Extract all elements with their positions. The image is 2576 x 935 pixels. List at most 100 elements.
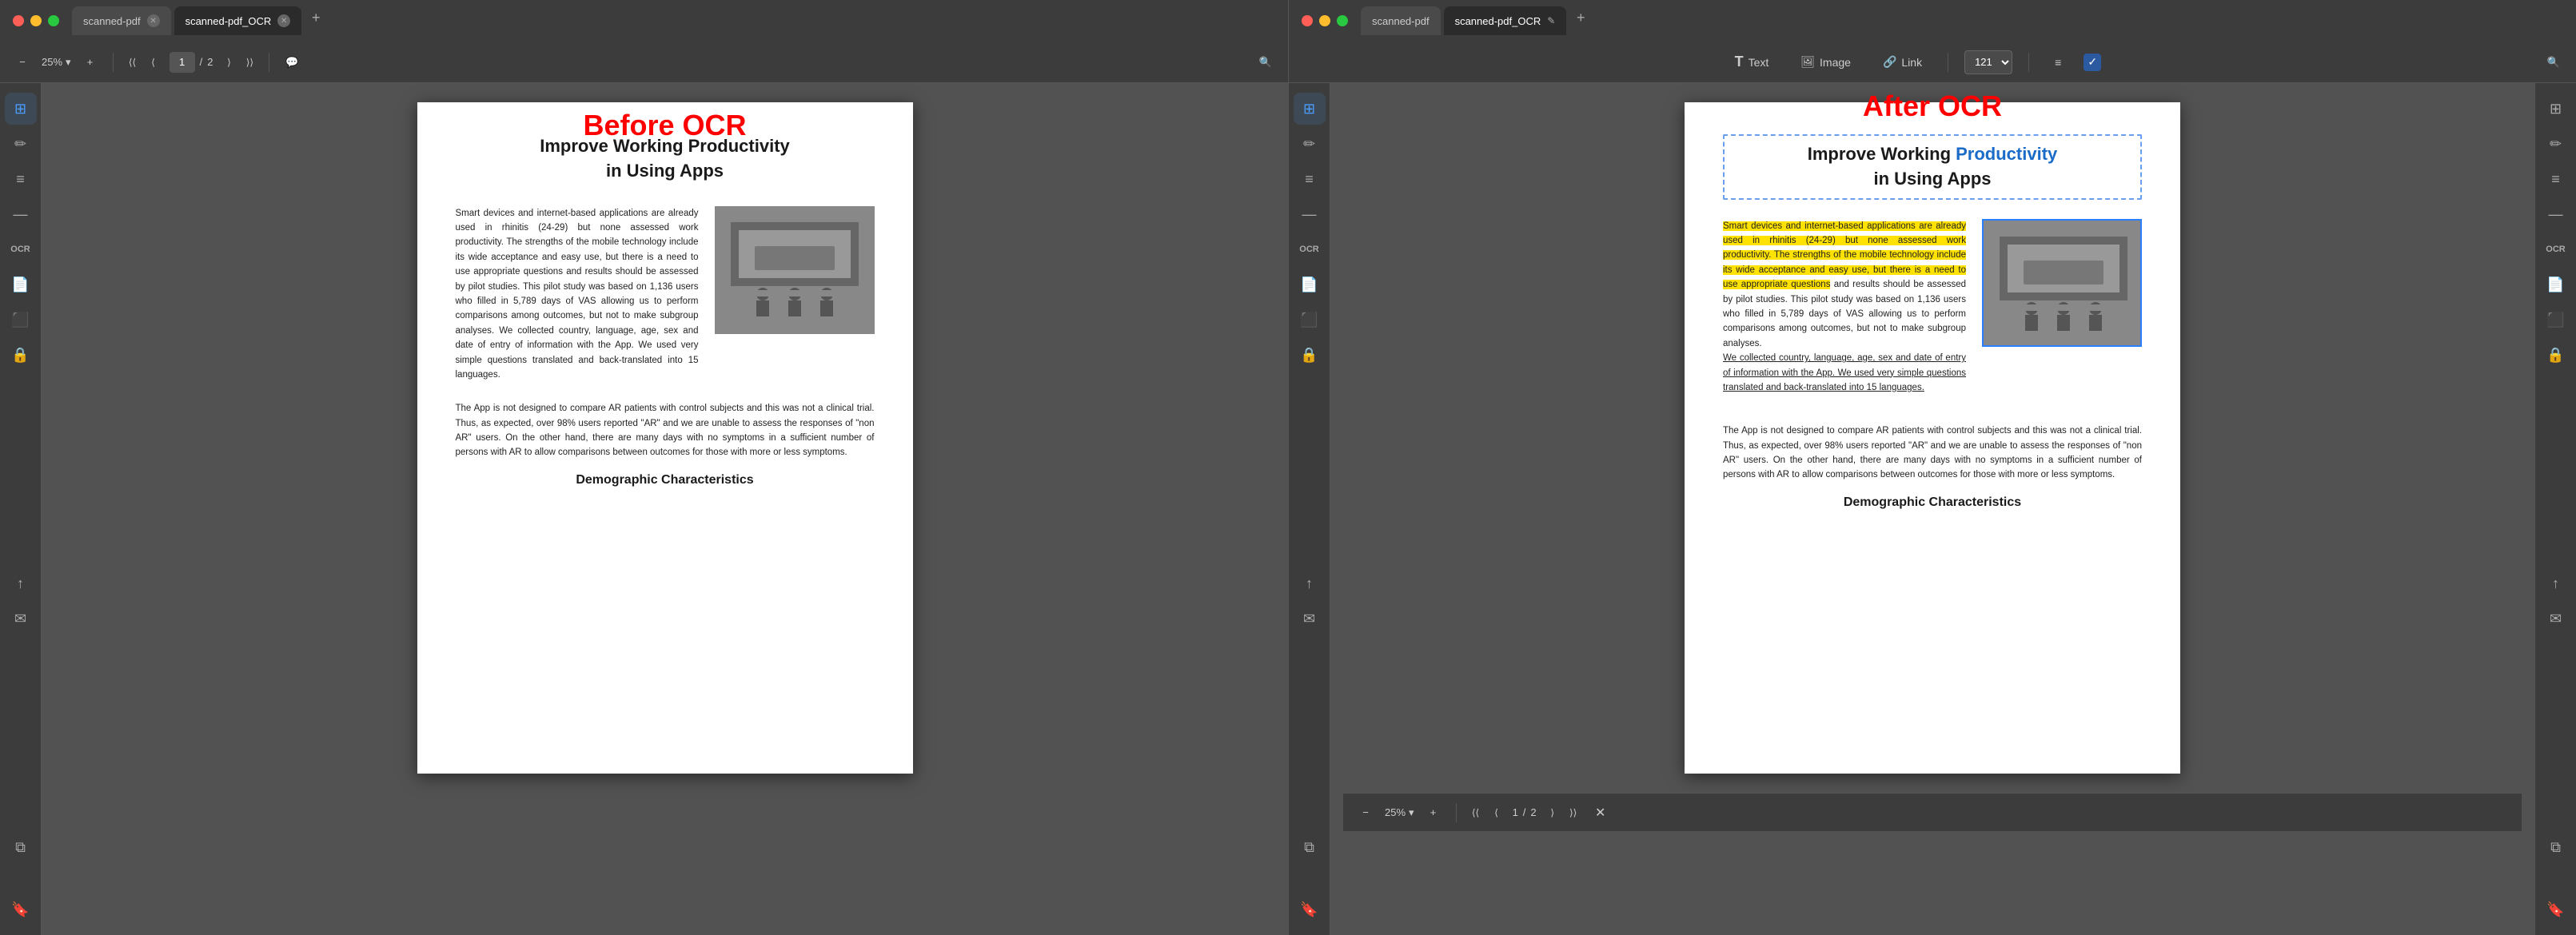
tab-scanned-pdf-r[interactable]: scanned-pdf — [1361, 6, 1441, 35]
content-area-left: ⊞ ✏ ≡ — OCR 📄 ⬛ 🔒 — [0, 83, 1288, 935]
sidebar-left: ⊞ ✏ ≡ — OCR 📄 ⬛ 🔒 — [0, 83, 42, 935]
text-icon: ≡ — [16, 171, 25, 188]
text-icon-r: ≡ — [1305, 171, 1314, 188]
pdf-canvas-right[interactable]: After OCR Improve Working Productivity i… — [1330, 83, 2534, 935]
ocr-title: Improve Working Productivity — [1734, 142, 2131, 167]
sidebar-protect-button[interactable]: 🔒 — [5, 339, 37, 371]
toolbar-left: − 25% ▾ + ⟨⟨ ⟨ / 2 ⟩ ⟩⟩ 💬 🔍 — [0, 42, 1288, 83]
search-button-r[interactable]: 🔍 — [2541, 50, 2566, 75]
pdf-title-left: Improve Working Productivity in Using Ap… — [456, 134, 875, 184]
ocr-checkbox[interactable]: ✓ — [2084, 54, 2101, 71]
search-icon: 🔍 — [1259, 56, 1272, 69]
last-page-bottom[interactable]: ⟩⟩ — [1564, 803, 1583, 822]
ocr-paragraph-1: Smart devices and internet-based applica… — [1723, 219, 1966, 396]
sidebar-pages-button-r[interactable]: 📄 — [1294, 269, 1326, 300]
sidebar-thumbnail-button[interactable]: ⊞ — [5, 93, 37, 125]
search-icon-r: 🔍 — [2547, 56, 2560, 69]
zoom-in-bottom[interactable]: + — [1421, 800, 1446, 826]
maximize-traffic-light[interactable] — [48, 15, 59, 26]
first-page-bottom[interactable]: ⟨⟨ — [1466, 803, 1485, 822]
font-size-select[interactable]: 121 72 48 36 24 18 14 12 — [1964, 50, 2012, 74]
prev-page-button[interactable]: ⟨ — [144, 53, 163, 72]
sidebar-rr-7[interactable]: ⬛ — [2540, 304, 2572, 336]
last-page-button[interactable]: ⟩⟩ — [240, 53, 259, 72]
new-tab-button-r[interactable]: + — [1569, 6, 1592, 29]
sidebar-bookmark-button-r[interactable]: 🔖 — [1294, 893, 1326, 925]
new-tab-button[interactable]: + — [305, 6, 327, 29]
sidebar-rr-8[interactable]: 🔒 — [2540, 339, 2572, 371]
close-bottom-toolbar[interactable]: ✕ — [1589, 802, 1612, 824]
sidebar-rr-6[interactable]: 📄 — [2540, 269, 2572, 300]
align-icon: ≡ — [2055, 56, 2061, 69]
sidebar-ocr-button-r[interactable]: OCR — [1294, 233, 1326, 265]
sidebar-compress-button[interactable]: ⬛ — [5, 304, 37, 336]
sidebar-rr-1[interactable]: ⊞ — [2540, 93, 2572, 125]
close-traffic-light[interactable] — [13, 15, 24, 26]
sidebar-rr-layers[interactable]: ⧉ — [2540, 831, 2572, 863]
sidebar-dash-button[interactable]: — — [5, 198, 37, 230]
zoom-out-bottom[interactable]: − — [1353, 800, 1378, 826]
sidebar-rr-2[interactable]: ✏ — [2540, 128, 2572, 160]
text-tool-button[interactable]: T Text — [1725, 48, 1779, 77]
pdf-section-title: Demographic Characteristics — [456, 473, 875, 487]
image-tool-icon: 🖼 — [1800, 55, 1815, 69]
ocr-icon-r: OCR — [1299, 245, 1318, 254]
sidebar-text-button[interactable]: ≡ — [5, 163, 37, 195]
pages-icon-r: 📄 — [1300, 277, 1318, 293]
sidebar-rr-email[interactable]: ✉ — [2540, 603, 2572, 635]
content-area-right: ⊞ ✏ ≡ — OCR 📄 ⬛ 🔒 — [1289, 83, 2576, 935]
sidebar-share-button[interactable]: ↑ — [5, 567, 37, 599]
image-tool-button[interactable]: 🖼 Image — [1791, 48, 1860, 77]
sidebar-edit-button-r[interactable]: ✏ — [1294, 128, 1326, 160]
sidebar-rr-4[interactable]: — — [2540, 198, 2572, 230]
sidebar-rr-3[interactable]: ≡ — [2540, 163, 2572, 195]
pdf-image — [715, 206, 875, 334]
sidebar-ocr-button[interactable]: OCR — [5, 233, 37, 265]
zoom-in-button[interactable]: + — [78, 50, 103, 75]
sidebar-layers-button-r[interactable]: ⧉ — [1294, 831, 1326, 863]
next-page-bottom[interactable]: ⟩ — [1543, 803, 1562, 822]
sidebar-edit-button[interactable]: ✏ — [5, 128, 37, 160]
sidebar-right-right: ⊞ ✏ ≡ — OCR 📄 ⬛ 🔒 — [2534, 83, 2576, 935]
pdf-canvas-left[interactable]: Before OCR Improve Working Productivity … — [42, 83, 1288, 935]
pdf-paragraph-1: Smart devices and internet-based applica… — [456, 206, 699, 383]
sidebar-share-button-r[interactable]: ↑ — [1294, 567, 1326, 599]
edit-icon-r: ✏ — [1303, 136, 1315, 153]
comment-button[interactable]: 💬 — [279, 50, 305, 75]
tab-scanned-pdf[interactable]: scanned-pdf ✕ — [72, 6, 171, 35]
tab-scanned-pdf-ocr-r[interactable]: scanned-pdf_OCR ✎ — [1444, 6, 1567, 35]
minimize-traffic-light-r[interactable] — [1319, 15, 1330, 26]
sidebar-email-button-r[interactable]: ✉ — [1294, 603, 1326, 635]
tab-close-btn-ocr[interactable]: ✕ — [277, 14, 290, 27]
sidebar-pages-button[interactable]: 📄 — [5, 269, 37, 300]
close-traffic-light-r[interactable] — [1302, 15, 1313, 26]
link-tool-button[interactable]: 🔗 Link — [1873, 48, 1932, 77]
comment-icon: 💬 — [285, 56, 298, 69]
first-page-button[interactable]: ⟨⟨ — [123, 53, 142, 72]
sidebar-bookmark-button[interactable]: 🔖 — [5, 893, 37, 925]
sidebar-rr-5[interactable]: OCR — [2540, 233, 2572, 265]
page-display-bottom: 1 / 2 — [1513, 806, 1537, 818]
sidebar-dash-button-r[interactable]: — — [1294, 198, 1326, 230]
sidebar-rr-bookmark[interactable]: 🔖 — [2540, 893, 2572, 925]
minimize-traffic-light[interactable] — [30, 15, 42, 26]
sidebar-email-button[interactable]: ✉ — [5, 603, 37, 635]
zoom-chevron-b: ▾ — [1409, 806, 1414, 819]
sidebar-text-button-r[interactable]: ≡ — [1294, 163, 1326, 195]
next-page-button[interactable]: ⟩ — [219, 53, 238, 72]
page-number-input[interactable] — [169, 52, 195, 73]
sidebar-compress-button-r[interactable]: ⬛ — [1294, 304, 1326, 336]
tab-close-btn[interactable]: ✕ — [147, 14, 160, 27]
sidebar-protect-button-r[interactable]: 🔒 — [1294, 339, 1326, 371]
window-after-ocr: scanned-pdf scanned-pdf_OCR ✎ + T Text 🖼… — [1288, 0, 2576, 935]
sidebar-thumbnail-button-r[interactable]: ⊞ — [1294, 93, 1326, 125]
prev-page-bottom[interactable]: ⟨ — [1487, 803, 1506, 822]
align-button[interactable]: ≡ — [2045, 48, 2071, 77]
check-icon: ✓ — [2088, 55, 2097, 69]
sidebar-layers-button[interactable]: ⧉ — [5, 831, 37, 863]
maximize-traffic-light-r[interactable] — [1337, 15, 1348, 26]
tab-scanned-pdf-ocr[interactable]: scanned-pdf_OCR ✕ — [174, 6, 302, 35]
zoom-out-button[interactable]: − — [10, 50, 35, 75]
sidebar-rr-share[interactable]: ↑ — [2540, 567, 2572, 599]
search-button[interactable]: 🔍 — [1253, 50, 1278, 75]
